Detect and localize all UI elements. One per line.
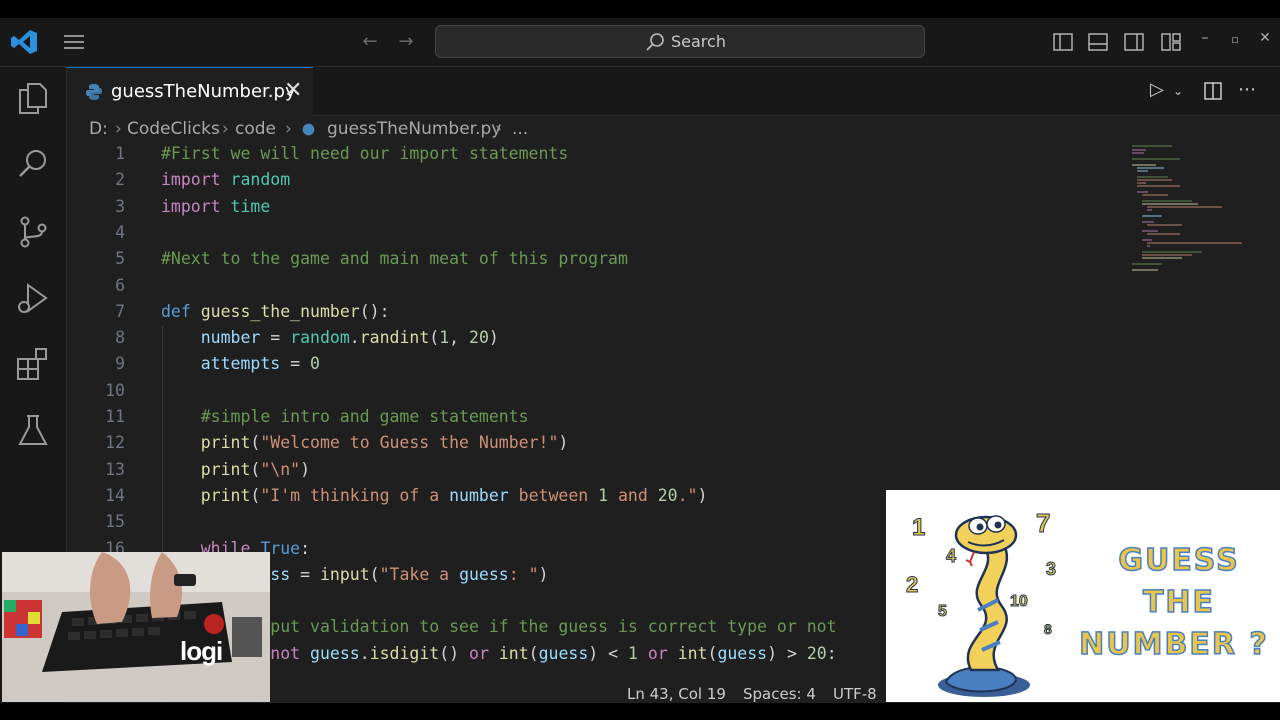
breadcrumb-file[interactable]: guessTheNumber.py: [327, 119, 501, 139]
line-number: 13: [105, 459, 125, 479]
back-arrow-icon[interactable]: ←: [360, 32, 380, 52]
breadcrumb-more[interactable]: ...: [512, 119, 528, 139]
maximize-icon[interactable]: ▫: [1225, 33, 1245, 46]
close-icon[interactable]: ✕: [1255, 30, 1275, 46]
command-center-search[interactable]: Search: [435, 25, 925, 58]
tab-guessthenumber[interactable]: guessTheNumber.py ✕: [67, 67, 313, 116]
code-line: print("I'm thinking of a number between …: [200, 485, 708, 505]
source-control-icon[interactable]: [16, 215, 50, 249]
line-number: 12: [105, 433, 125, 453]
title-bar: ← → Search – ▫ ✕: [0, 18, 1280, 67]
webcam-image: [2, 552, 270, 702]
banner-title-line: THE: [1142, 584, 1216, 621]
minimize-icon[interactable]: –: [1195, 30, 1215, 46]
banner-title-line: GUESS: [1118, 542, 1240, 579]
svg-text:3: 3: [1046, 559, 1056, 579]
search-icon: [646, 33, 664, 51]
split-editor-icon[interactable]: [1203, 81, 1223, 101]
tab-label: guessTheNumber.py: [111, 81, 296, 102]
toggle-panel-icon[interactable]: [1087, 31, 1109, 53]
line-number: 11: [105, 407, 125, 426]
line-number: 1: [115, 144, 125, 163]
svg-text:5: 5: [938, 603, 947, 620]
line-number: 4: [115, 222, 125, 242]
line-number: 2: [115, 170, 125, 190]
toggle-secondary-sidebar-icon[interactable]: [1123, 31, 1145, 53]
code-line: import random: [161, 170, 291, 190]
cursor-position[interactable]: Ln 43, Col 19: [627, 685, 726, 703]
line-number: 9: [115, 354, 125, 374]
breadcrumb-folder[interactable]: code: [235, 119, 276, 139]
code-line: #Next to the game and main meat of this …: [161, 249, 628, 269]
line-number: 8: [115, 328, 125, 348]
svg-text:10: 10: [1010, 593, 1028, 610]
minimap[interactable]: [1132, 144, 1262, 284]
breadcrumb-folder[interactable]: CodeClicks: [127, 119, 220, 139]
svg-text:2: 2: [906, 572, 918, 597]
svg-text:8: 8: [1044, 621, 1052, 637]
code-line: number = random.randint(1, 20): [200, 328, 499, 348]
tab-close-icon[interactable]: ✕: [284, 78, 302, 103]
code-line: print("\n"): [200, 459, 311, 479]
more-actions-icon[interactable]: ⋯: [1238, 79, 1256, 100]
logi-logo: logi: [180, 636, 223, 666]
banner-title-line: NUMBER ?: [1078, 626, 1269, 663]
explorer-icon[interactable]: [16, 81, 50, 115]
code-line: print("Welcome to Guess the Number!"): [200, 433, 569, 453]
guess-the-number-banner: 1 4 7 3 2 10 5 8 GUESS THE NUMBER ?: [886, 490, 1280, 702]
vscode-logo-icon: [11, 30, 37, 54]
line-number: 7: [115, 301, 125, 321]
svg-text:4: 4: [946, 546, 956, 566]
line-number: 3: [115, 196, 125, 216]
search-icon[interactable]: [16, 147, 50, 181]
banner-title: GUESS THE NUMBER ?: [1078, 540, 1274, 666]
chevron-right-icon: ›: [115, 119, 122, 139]
chevron-right-icon: ›: [495, 119, 502, 139]
line-number: 14: [105, 485, 125, 505]
forward-arrow-icon[interactable]: →: [396, 32, 416, 52]
chevron-right-icon: ›: [222, 119, 229, 139]
line-number: 6: [115, 275, 125, 295]
encoding-setting[interactable]: UTF-8: [833, 685, 877, 703]
code-line: #First we will need our import statement…: [161, 144, 569, 163]
menu-icon[interactable]: [62, 32, 86, 52]
run-options-chevron-icon[interactable]: ⌄: [1173, 84, 1183, 98]
line-number: 15: [105, 512, 125, 532]
toggle-primary-sidebar-icon[interactable]: [1052, 31, 1074, 53]
python-file-icon: [86, 84, 102, 100]
line-number: 10: [105, 380, 125, 400]
editor-tab-bar: guessTheNumber.py ✕ ▷ ⌄ ⋯: [67, 67, 1280, 116]
code-line: import time: [161, 196, 271, 216]
svg-text:7: 7: [1036, 508, 1050, 538]
chevron-right-icon: ›: [285, 119, 292, 139]
extensions-icon[interactable]: [16, 347, 50, 381]
code-line: attempts = 0: [200, 354, 320, 374]
code-line: def guess_the_number():: [161, 301, 390, 321]
breadcrumb-drive[interactable]: D:: [89, 119, 108, 139]
customize-layout-icon[interactable]: [1160, 31, 1182, 53]
code-line: #simple intro and game statements: [161, 407, 529, 426]
line-number: 5: [115, 249, 125, 269]
run-debug-icon[interactable]: [16, 281, 50, 315]
python-file-icon: [302, 123, 315, 136]
floating-number: 1: [912, 514, 925, 541]
search-placeholder: Search: [671, 32, 726, 51]
testing-icon[interactable]: [16, 413, 50, 447]
indentation-setting[interactable]: Spaces: 4: [743, 685, 816, 703]
run-python-file-icon[interactable]: ▷: [1150, 79, 1164, 100]
webcam-overlay: logi: [2, 552, 270, 702]
